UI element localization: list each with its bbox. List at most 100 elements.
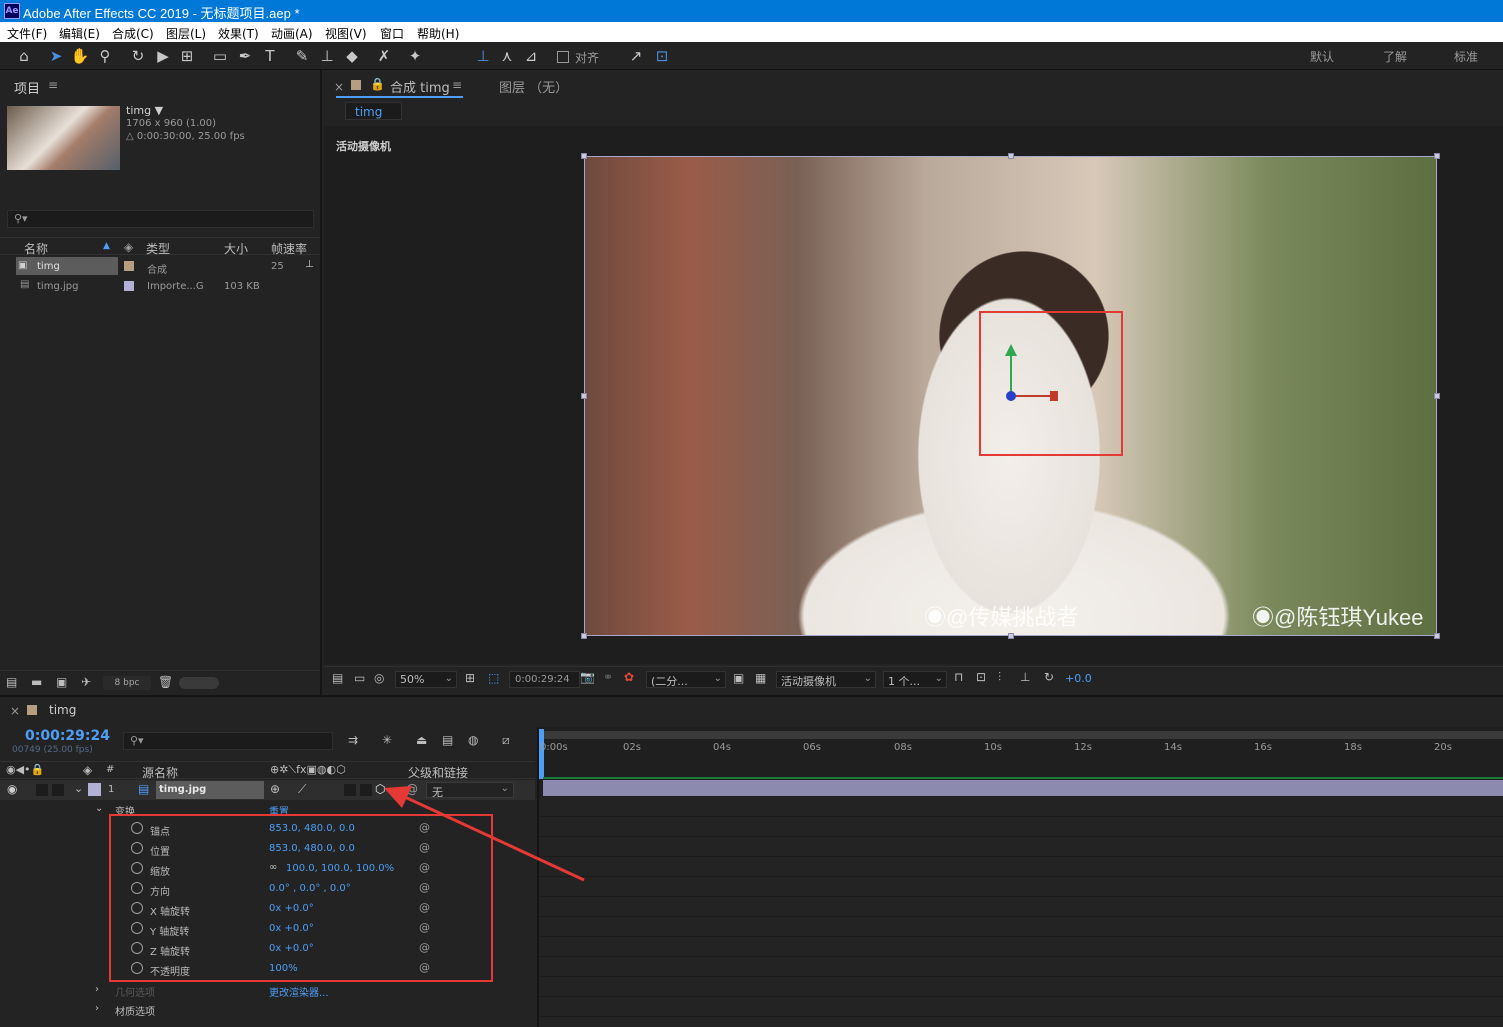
reset-exposure-icon[interactable]: ↻ (1044, 670, 1054, 684)
motion-blur-icon[interactable]: ◍ (468, 733, 478, 747)
exposure-value[interactable]: +0.0 (1065, 672, 1092, 685)
show-snapshot-icon[interactable]: ⚭ (603, 670, 613, 684)
draft-3d-icon[interactable]: ✳ (382, 733, 392, 747)
change-renderer-link[interactable]: 更改渲染器... (269, 984, 329, 999)
menu-window[interactable]: 窗口 (380, 25, 404, 42)
color-channels-icon[interactable]: ✿ (624, 670, 634, 684)
project-search-input[interactable]: ⚲▾ (7, 210, 314, 228)
selection-tool-icon[interactable]: ➤ (46, 46, 66, 66)
transform-handle-br[interactable] (1434, 633, 1440, 639)
lock-icon[interactable]: 🔒 (370, 77, 385, 91)
audio-toggle[interactable] (36, 784, 48, 796)
transform-handle-t[interactable] (1008, 153, 1014, 159)
transform-handle-tl[interactable] (581, 153, 587, 159)
comp-tab[interactable]: 合成 timg (390, 77, 450, 96)
thumbnail-size-slider[interactable] (179, 677, 219, 689)
view-axis-mode-icon[interactable]: ⊿ (521, 46, 541, 66)
project-row-comp[interactable]: ▣ timg 合成 25 ⊥ (0, 257, 320, 276)
lock-toggle[interactable] (52, 784, 64, 796)
menu-help[interactable]: 帮助(H) (417, 25, 459, 42)
label-color-swatch[interactable] (124, 261, 134, 271)
shy-switch-icon[interactable]: ⊕ (270, 782, 280, 796)
always-preview-icon[interactable]: ▤ (332, 671, 343, 685)
resolution-dropdown[interactable]: (二分... ⌄ (646, 671, 726, 688)
col-parent-link[interactable]: 父级和链接 (408, 764, 468, 781)
new-folder-icon[interactable]: ▬ (31, 675, 42, 689)
frame-blending-icon[interactable]: ▤ (442, 733, 453, 747)
menu-view[interactable]: 视图(V) (325, 25, 367, 42)
mask-visibility-icon[interactable]: ⬚ (488, 671, 499, 685)
menu-composition[interactable]: 合成(C) (112, 25, 154, 42)
workspace-standard[interactable]: 标准 (1454, 48, 1478, 65)
transform-handle-tr[interactable] (1434, 153, 1440, 159)
label-color-swatch[interactable] (124, 281, 134, 291)
render-queue-icon[interactable]: ✈ (81, 675, 91, 689)
resolution-grid-icon[interactable]: ⊞ (465, 671, 475, 685)
graph-editor-icon[interactable]: ⧄ (502, 733, 510, 748)
chevron-right-icon[interactable]: › (95, 984, 99, 995)
transform-handle-r[interactable] (1434, 393, 1440, 399)
vr-mask-icon[interactable]: ◎ (374, 671, 384, 685)
transform-handle-bl[interactable] (581, 633, 587, 639)
zoom-dropdown[interactable]: 50% ⌄ (395, 671, 457, 688)
new-composition-icon[interactable]: ▣ (56, 675, 67, 689)
rectangle-tool-icon[interactable]: ▭ (210, 46, 230, 66)
home-icon[interactable]: ⌂ (14, 46, 34, 66)
fast-previews-icon[interactable]: ⊡ (976, 670, 986, 684)
menu-file[interactable]: 文件(F) (7, 25, 47, 42)
close-tab-icon[interactable]: × (334, 80, 344, 94)
views-dropdown[interactable]: 1 个... ⌄ (883, 671, 947, 688)
adjustment-toggle[interactable] (344, 784, 356, 796)
motion-blur-toggle[interactable] (360, 784, 372, 796)
local-axis-mode-icon[interactable]: ⊥ (473, 46, 493, 66)
panel-menu-icon[interactable]: ≡ (452, 78, 462, 92)
roto-brush-tool-icon[interactable]: ✗ (374, 46, 394, 66)
zoom-tool-icon[interactable]: ⚲ (95, 46, 115, 66)
project-item-name[interactable]: timg ▼ (126, 104, 163, 117)
layer-name-field[interactable]: timg.jpg (156, 781, 264, 799)
clone-stamp-tool-icon[interactable]: ⊥ (317, 46, 337, 66)
visibility-eye-icon[interactable]: ◉ (7, 782, 17, 796)
comp-flowchart-icon[interactable]: ⊥ (1020, 670, 1030, 684)
transform-handle-b[interactable] (1008, 633, 1014, 639)
chevron-down-icon[interactable]: ⌄ (95, 803, 103, 814)
chevron-down-icon[interactable]: ⌄ (74, 782, 83, 795)
col-type[interactable]: 类型 (146, 240, 170, 257)
transform-handle-l[interactable] (581, 393, 587, 399)
trash-icon[interactable]: 🗑 (158, 675, 173, 689)
menu-edit[interactable]: 编辑(E) (59, 25, 100, 42)
col-source-name[interactable]: 源名称 (142, 764, 178, 781)
playhead[interactable] (539, 729, 544, 779)
timeline-track-area[interactable] (537, 727, 1503, 1027)
camera-dropdown[interactable]: 活动摄像机 ⌄ (776, 671, 876, 688)
transparency-grid-icon[interactable]: ▦ (755, 671, 766, 685)
toggle-pixel-aspect-icon[interactable]: ⊓ (954, 670, 963, 684)
layer-tab[interactable]: 图层 （无） (499, 77, 568, 96)
puppet-pin-tool-icon[interactable]: ✦ (405, 46, 425, 66)
quality-switch-icon[interactable]: ⟋ (298, 782, 306, 797)
menu-animation[interactable]: 动画(A) (271, 25, 313, 42)
flowchart-icon[interactable]: ⊥ (305, 259, 314, 270)
col-name[interactable]: 名称 (24, 240, 48, 257)
timeline-timecode[interactable]: 0:00:29:24 (25, 728, 110, 744)
timeline-search-input[interactable]: ⚲▾ (123, 732, 333, 750)
current-time-display[interactable]: 0:00:29:24 (509, 671, 580, 688)
snapshot-camera-icon[interactable]: 📷 (580, 670, 595, 684)
region-of-interest-icon[interactable]: ▣ (733, 671, 744, 685)
chevron-right-icon[interactable]: › (95, 1003, 99, 1014)
pan-behind-tool-icon[interactable]: ⊞ (177, 46, 197, 66)
workspace-learn[interactable]: 了解 (1383, 48, 1407, 65)
pen-tool-icon[interactable]: ✒ (235, 46, 255, 66)
bit-depth-button[interactable]: 8 bpc (103, 676, 151, 690)
col-fps[interactable]: 帧速率 (271, 240, 307, 257)
timeline-icon[interactable]: ⫶ (998, 670, 1001, 685)
panel-menu-icon[interactable]: ≡ (48, 78, 58, 92)
snap-target-icon[interactable]: ⊡ (652, 46, 672, 66)
eraser-tool-icon[interactable]: ◆ (342, 46, 362, 66)
col-size[interactable]: 大小 (224, 240, 248, 257)
timeline-tab[interactable]: timg (49, 703, 76, 717)
menu-effect[interactable]: 效果(T) (218, 25, 259, 42)
workspace-default[interactable]: 默认 (1310, 48, 1334, 65)
rotate-tool-icon[interactable]: ↻ (128, 46, 148, 66)
interpret-footage-icon[interactable]: ▤ (6, 675, 17, 689)
